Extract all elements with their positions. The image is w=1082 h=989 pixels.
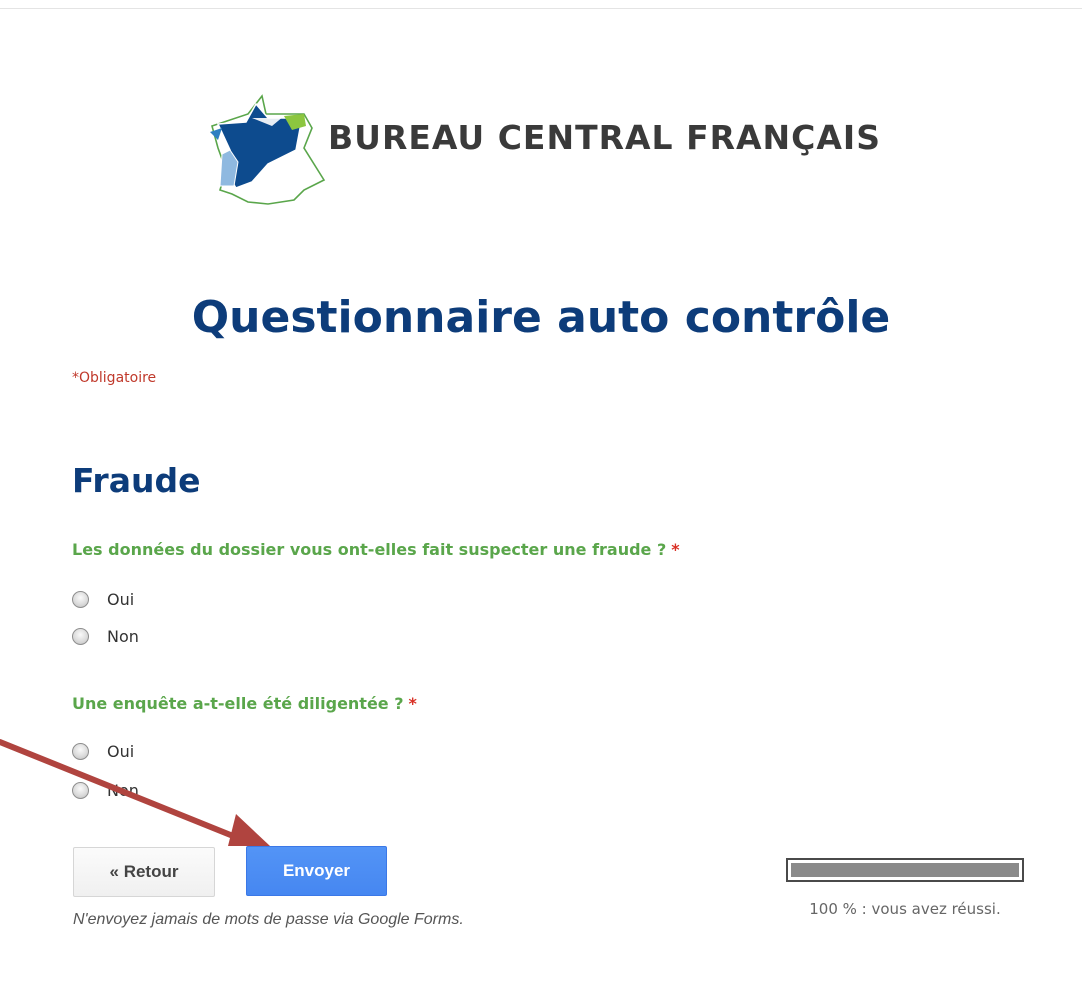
privacy-note: N'envoyez jamais de mots de passe via Go… xyxy=(73,911,464,928)
top-divider xyxy=(0,8,1082,9)
progress-text: 100 % : vous avez réussi. xyxy=(809,900,1001,918)
section-title: Fraude xyxy=(72,461,201,500)
question-label: Les données du dossier vous ont-elles fa… xyxy=(72,540,680,559)
option-label: Oui xyxy=(107,742,135,761)
question-investigation: Une enquête a-t-elle été diligentée ? * O… xyxy=(72,694,417,800)
radio-option-oui[interactable]: Oui xyxy=(72,590,134,609)
logo-text: BUREAU CENTRAL FRANÇAIS xyxy=(328,118,881,157)
progress-bar xyxy=(786,858,1024,882)
option-label: Non xyxy=(107,627,139,646)
option-label: Non xyxy=(107,781,139,800)
progress-fill xyxy=(791,863,1019,877)
submit-button[interactable]: Envoyer xyxy=(246,846,387,896)
radio-button[interactable] xyxy=(72,782,89,799)
required-note: *Obligatoire xyxy=(72,370,157,386)
france-map-icon xyxy=(210,94,326,205)
required-marker: * xyxy=(408,694,417,713)
question-fraud-suspicion: Les données du dossier vous ont-elles fa… xyxy=(72,540,680,646)
question-label: Une enquête a-t-elle été diligentée ? * xyxy=(72,694,417,713)
radio-button[interactable] xyxy=(72,743,89,760)
radio-option-non[interactable]: Non xyxy=(72,781,139,800)
radio-button[interactable] xyxy=(72,628,89,645)
back-button[interactable]: « Retour xyxy=(73,847,215,897)
bcf-logo: BUREAU CENTRAL FRANÇAIS xyxy=(208,92,928,208)
radio-button[interactable] xyxy=(72,591,89,608)
form-title: Questionnaire auto contrôle xyxy=(191,292,891,343)
option-label: Oui xyxy=(107,590,135,609)
radio-option-oui[interactable]: Oui xyxy=(72,742,134,761)
radio-option-non[interactable]: Non xyxy=(72,627,139,646)
required-marker: * xyxy=(671,540,680,559)
